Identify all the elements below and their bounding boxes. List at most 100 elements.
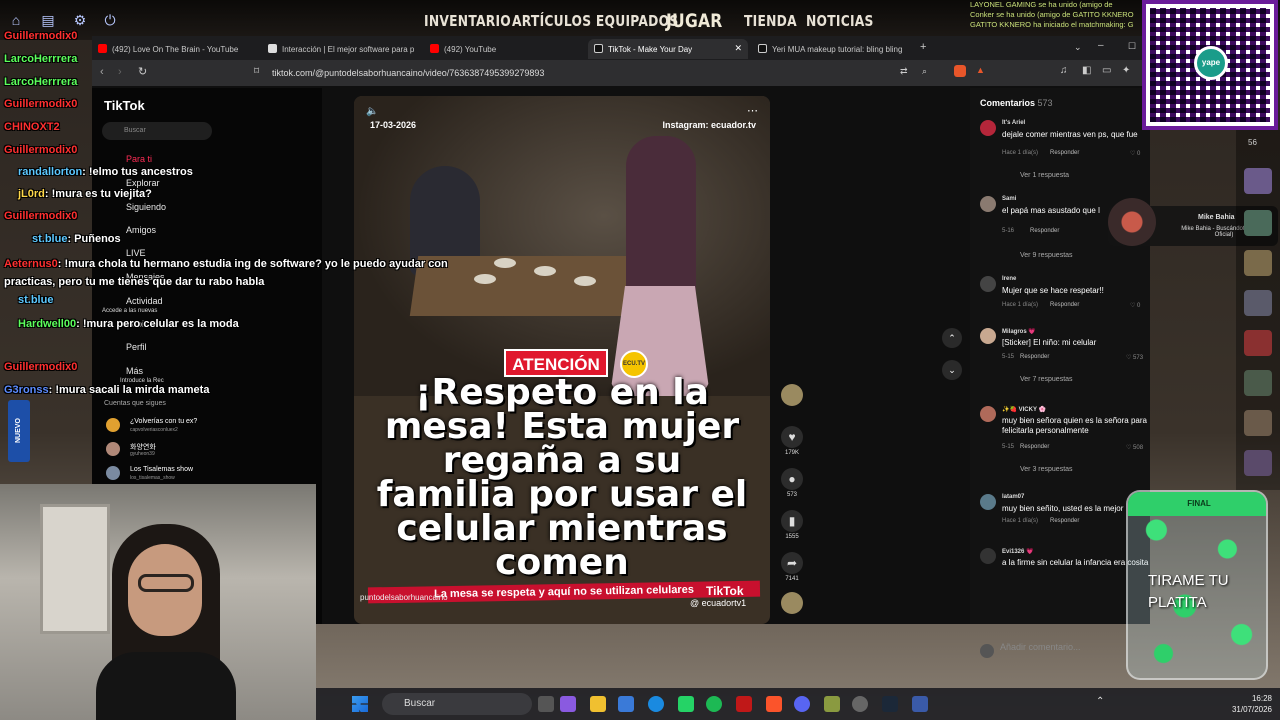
player-card[interactable]	[1244, 168, 1272, 194]
gear-icon[interactable]: ⚙	[72, 12, 88, 28]
tab-yeri[interactable]: Yeri MUA makeup tutorial: bling bling	[752, 39, 912, 59]
url-field[interactable]: tiktok.com/@puntodelsaborhuancaino/video…	[272, 65, 972, 81]
app-icon[interactable]	[912, 696, 928, 712]
comment-likes[interactable]: ♡ 0	[1130, 302, 1140, 309]
wallet-icon[interactable]: ▭	[1102, 65, 1111, 76]
task-view-icon[interactable]	[538, 696, 554, 712]
discord-icon[interactable]	[794, 696, 810, 712]
comment-user[interactable]: Milagros 💗	[1002, 328, 1036, 335]
store-icon[interactable]: ▤	[40, 12, 56, 28]
app-icon[interactable]	[736, 696, 752, 712]
nav-foryou[interactable]: Para ti	[126, 154, 152, 164]
comment-likes[interactable]: ♡ 573	[1126, 354, 1143, 361]
nav-explore[interactable]: Explorar	[126, 178, 160, 188]
sidebar-icon[interactable]: ◧	[1082, 65, 1091, 76]
sound-disc[interactable]	[780, 592, 804, 616]
comment-user[interactable]: Sami	[1002, 196, 1016, 202]
nav-profile[interactable]: Perfil	[126, 342, 147, 352]
more-icon[interactable]: ⋯	[747, 104, 758, 117]
tab-youtube-love[interactable]: (492) Love On The Brain - YouTube	[92, 39, 257, 59]
comment-likes[interactable]: ♡ 508	[1126, 444, 1143, 451]
next-video-button[interactable]: ⌄	[942, 360, 962, 380]
brave-shield-icon[interactable]	[954, 65, 966, 77]
prev-video-button[interactable]: ⌃	[942, 328, 962, 348]
view-replies[interactable]: Ver 7 respuestas	[1020, 376, 1073, 383]
player-card[interactable]	[1244, 210, 1272, 236]
back-icon[interactable]: ‹	[100, 66, 104, 78]
avatar[interactable]	[980, 406, 996, 422]
reply-button[interactable]: Responder	[1050, 150, 1079, 156]
music-icon[interactable]: ♫	[1060, 65, 1068, 76]
store-icon[interactable]	[618, 696, 634, 712]
close-tab-icon[interactable]: ✕	[734, 43, 742, 54]
edge-icon[interactable]	[648, 696, 664, 712]
comment-user[interactable]: Irene	[1002, 276, 1016, 282]
reload-icon[interactable]: ↻	[138, 65, 147, 78]
video-player[interactable]: 🔈 ⋯ 17-03-2026 Instagram: ecuador.tv ATE…	[354, 96, 770, 624]
tab-interaccion[interactable]: Interacción | El mejor software para p	[262, 39, 427, 59]
author-avatar[interactable]	[780, 384, 804, 408]
obs-icon[interactable]	[852, 696, 868, 712]
avatar[interactable]	[980, 548, 996, 564]
taskbar-search[interactable]: Buscar	[382, 693, 532, 715]
volume-icon[interactable]: 🔈	[366, 106, 378, 117]
maximize-icon[interactable]: ☐	[1128, 41, 1136, 52]
spotify-icon[interactable]	[706, 696, 722, 712]
tab-tiktok[interactable]: TikTok - Make Your Day ✕	[588, 39, 748, 59]
reply-button[interactable]: Responder	[1050, 518, 1079, 524]
view-replies[interactable]: Ver 9 respuestas	[1020, 252, 1073, 259]
comment-user[interactable]: latam07	[1002, 494, 1024, 500]
nav-tienda[interactable]: TIENDA	[744, 12, 797, 30]
reply-button[interactable]: Responder	[1020, 444, 1049, 450]
player-card[interactable]	[1244, 370, 1272, 396]
view-replies[interactable]: Ver 1 respuesta	[1020, 172, 1069, 179]
video-author[interactable]: puntodelsaborhuancaino	[360, 593, 448, 602]
comment-user[interactable]: It's Ariel	[1002, 120, 1025, 126]
forward-icon[interactable]: ›	[118, 66, 122, 78]
comment-user[interactable]: Evi1326 💗	[1002, 548, 1034, 555]
search-input[interactable]: Buscar	[102, 122, 212, 140]
nav-equipped[interactable]: ARTÍCULOS EQUIPADOS	[512, 12, 678, 30]
bookmark-icon[interactable]: ⌑	[254, 66, 259, 77]
nav-following[interactable]: Siguiendo	[126, 202, 166, 212]
brave-icon[interactable]	[766, 696, 782, 712]
player-card[interactable]	[1244, 290, 1272, 316]
avatar[interactable]	[980, 494, 996, 510]
power-icon[interactable]: ⏻	[102, 12, 118, 28]
avatar[interactable]	[980, 120, 996, 136]
comment-likes[interactable]: ♡ 0	[1130, 150, 1140, 157]
brave-rewards-icon[interactable]: ▲	[976, 65, 985, 75]
home-icon[interactable]: ⌂	[8, 12, 24, 28]
nav-noticias[interactable]: NOTICIAS	[806, 12, 874, 30]
tab-youtube[interactable]: (492) YouTube	[424, 39, 589, 59]
player-card[interactable]	[1244, 330, 1272, 356]
file-explorer-icon[interactable]	[590, 696, 606, 712]
translate-icon[interactable]: ⇄	[900, 66, 908, 77]
view-replies[interactable]: Ver 3 respuestas	[1020, 466, 1073, 473]
avatar[interactable]	[980, 196, 996, 212]
save-button[interactable]: ▮ 1555	[780, 510, 804, 540]
new-tab-icon[interactable]: +	[920, 41, 926, 53]
avatar[interactable]	[980, 328, 996, 344]
steam-icon[interactable]	[882, 696, 898, 712]
tray-chevron-icon[interactable]: ⌃	[1096, 696, 1104, 707]
chevron-down-icon[interactable]: ⌄	[1074, 42, 1082, 53]
reply-button[interactable]: Responder	[1020, 354, 1049, 360]
nav-more[interactable]: Más	[126, 366, 143, 376]
player-card[interactable]	[1244, 410, 1272, 436]
nav-play[interactable]: JUGAR	[666, 10, 723, 32]
ai-icon[interactable]: ✦	[1122, 65, 1130, 76]
comment-user[interactable]: ✨🍓 VICKY 🌸	[1002, 406, 1046, 413]
player-card[interactable]	[1244, 450, 1272, 476]
comment-button[interactable]: ● 573	[780, 468, 804, 498]
copilot-icon[interactable]	[560, 696, 576, 712]
zoom-icon[interactable]: ⌕	[922, 66, 927, 77]
whatsapp-icon[interactable]	[678, 696, 694, 712]
nav-friends[interactable]: Amigos	[126, 225, 156, 235]
taskbar-clock[interactable]: 16:28 31/07/2026	[1232, 693, 1272, 715]
player-card[interactable]	[1244, 250, 1272, 276]
nav-inventario[interactable]: INVENTARIO	[424, 12, 511, 30]
share-button[interactable]: ➦ 7141	[780, 552, 804, 582]
nav-activity[interactable]: Actividad	[126, 296, 163, 306]
windows-start-icon[interactable]	[352, 696, 368, 712]
